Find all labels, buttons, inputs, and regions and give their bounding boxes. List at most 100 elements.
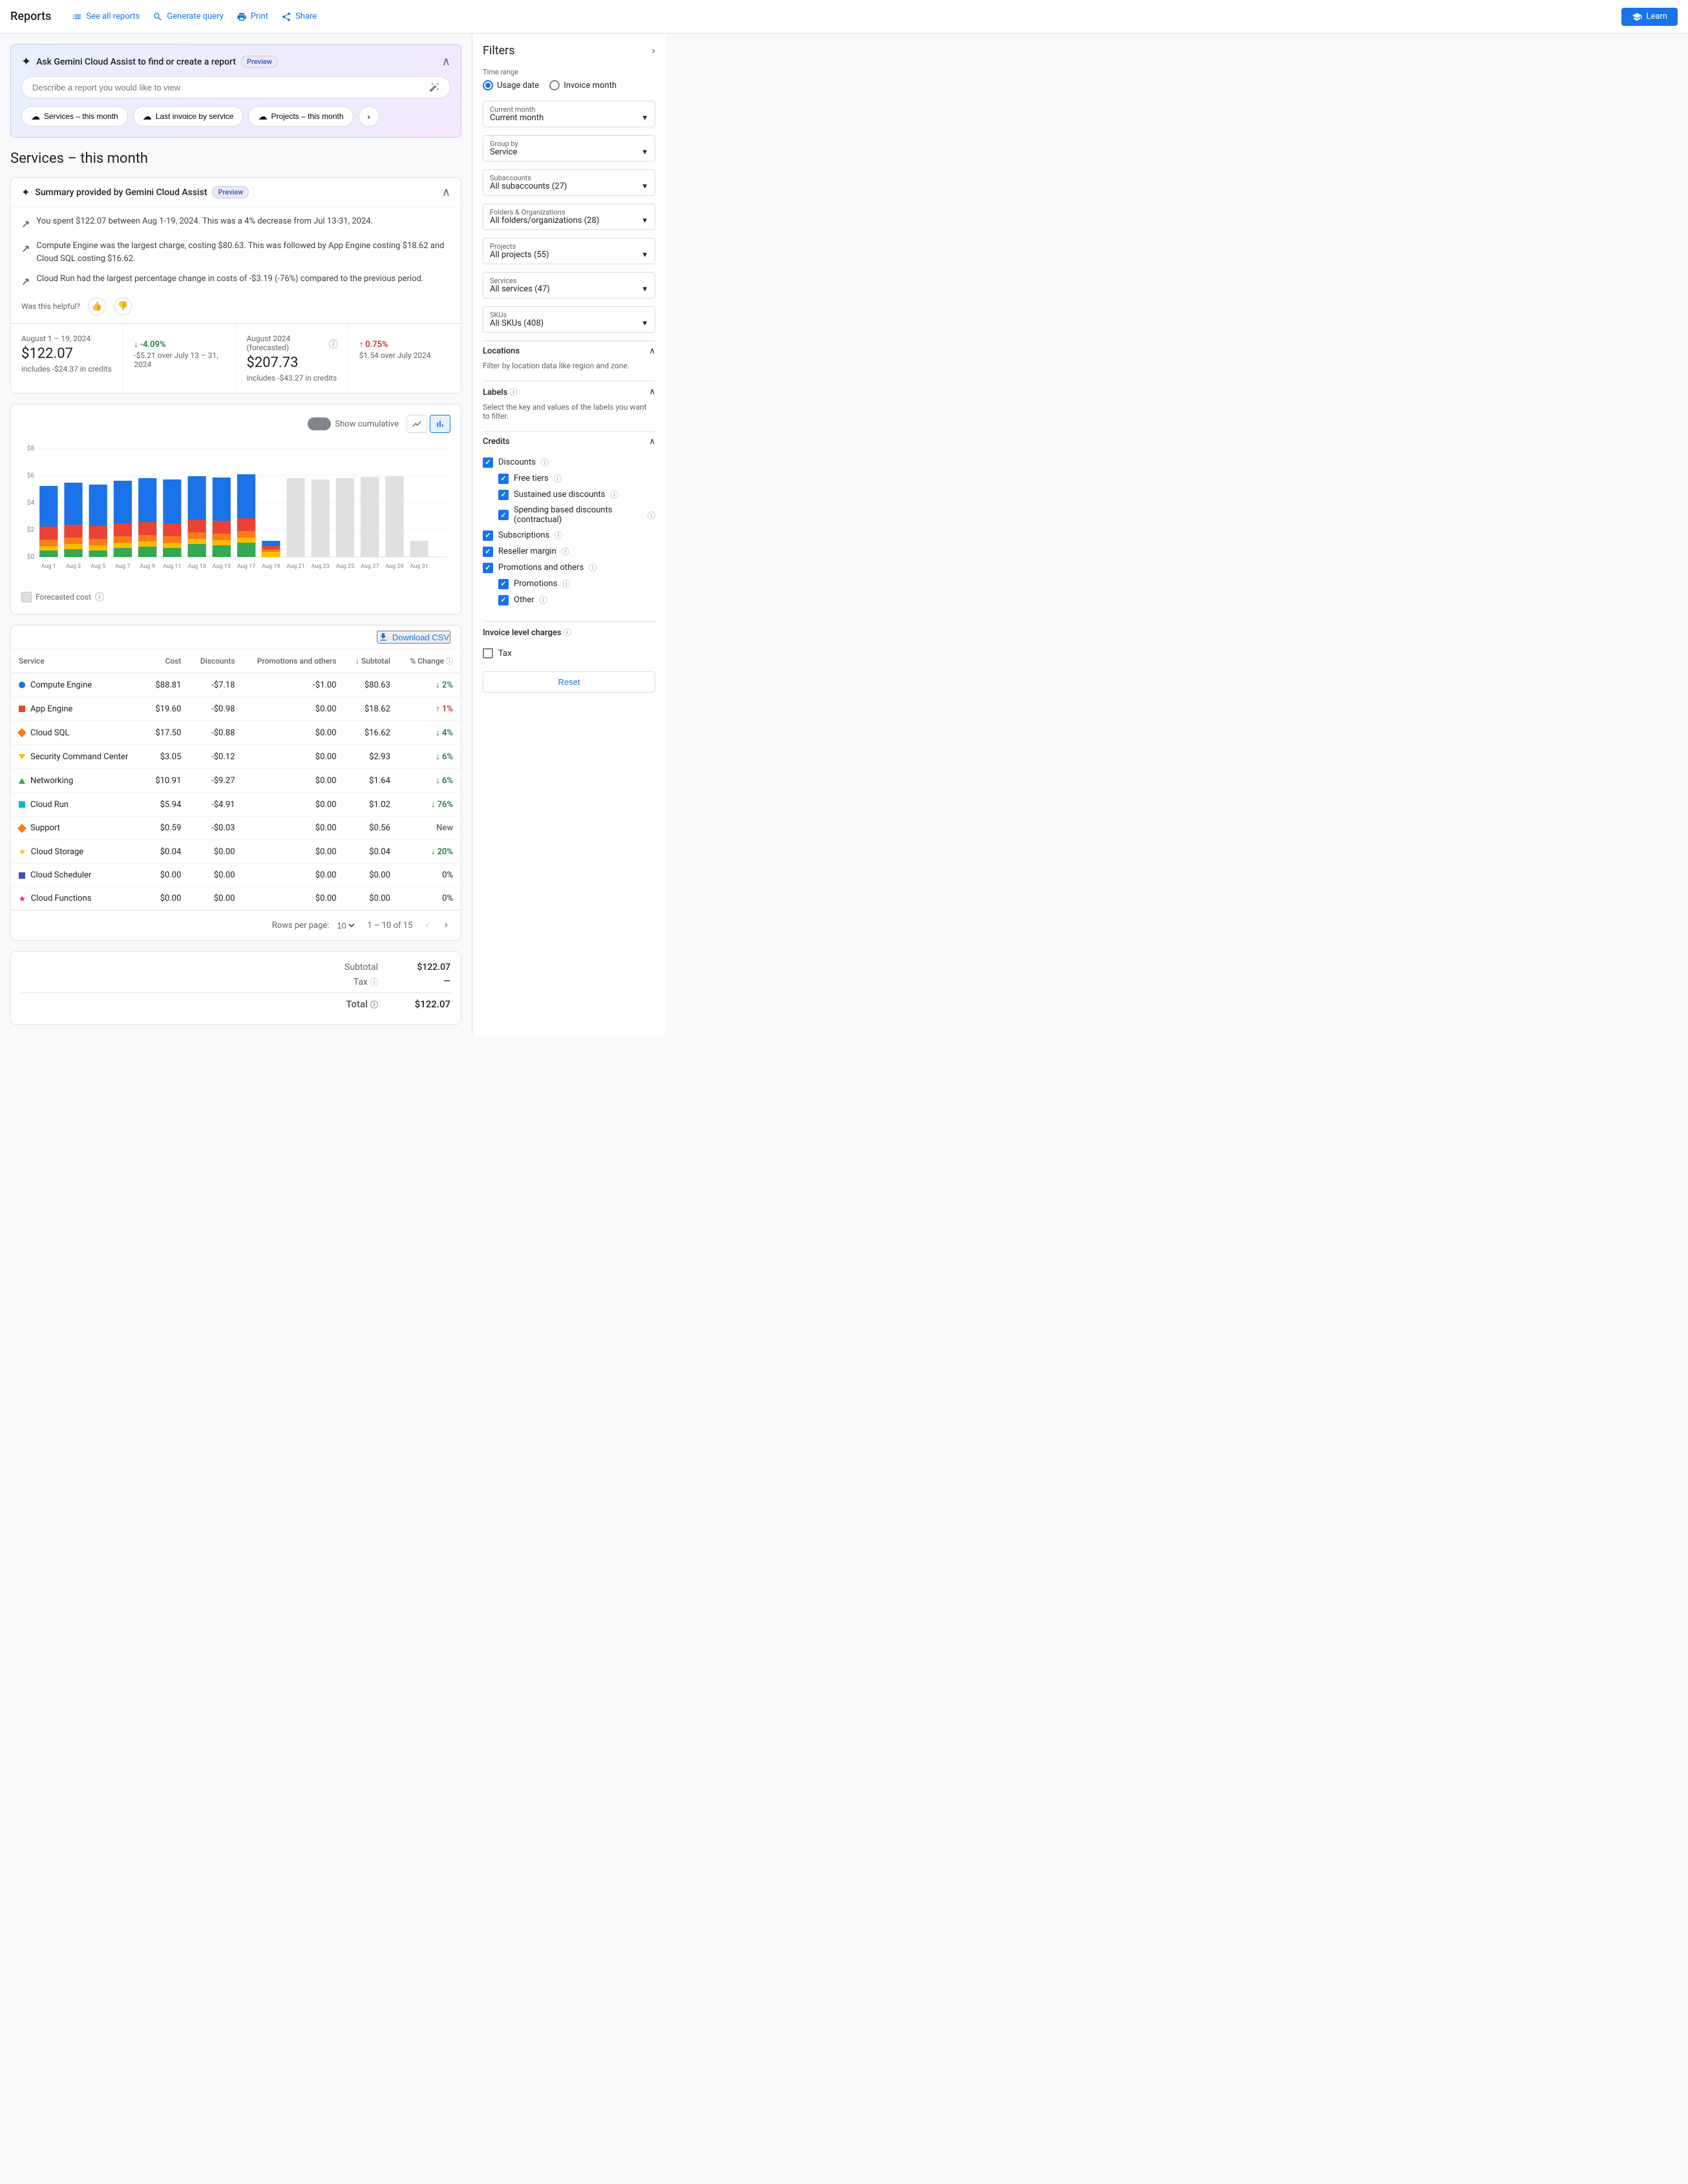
projects-value[interactable]: All projects (55) ▾ [490, 250, 647, 260]
td-service: Cloud Run [11, 793, 145, 817]
td-promos: $0.00 [243, 887, 344, 910]
print-icon [237, 12, 247, 22]
filters-title: Filters › [483, 44, 655, 58]
line-chart-icon [412, 419, 422, 429]
see-all-reports-link[interactable]: See all reports [72, 12, 140, 22]
subscriptions-checkbox[interactable]: ✓ Subscriptions ⓘ [483, 530, 655, 541]
table-header: Service Cost Discounts Promotions and ot… [11, 649, 461, 673]
gcp-icon-invoice: ☁ [143, 111, 152, 122]
current-month-chevron-icon: ▾ [642, 113, 647, 123]
services-filter-value[interactable]: All services (47) ▾ [490, 284, 647, 294]
td-discounts: -$9.27 [189, 769, 242, 793]
usage-date-radio[interactable]: Usage date [483, 80, 539, 90]
td-change: New [398, 817, 461, 840]
svg-text:Aug 3: Aug 3 [66, 563, 81, 570]
line-chart-button[interactable] [406, 415, 427, 433]
svg-text:Aug 7: Aug 7 [115, 563, 130, 570]
filters-expand-button[interactable]: › [652, 45, 655, 57]
free-tiers-checkbox[interactable]: ✓ Free tiers ⓘ [498, 473, 655, 484]
th-promos: Promotions and others [243, 649, 344, 673]
invoice-level-header[interactable]: Invoice level charges ⓘ [483, 621, 655, 643]
th-service: Service [11, 649, 145, 673]
locations-section-header[interactable]: Locations ∧ [483, 341, 655, 361]
table-body: Compute Engine $88.81 -$7.18 -$1.00 $80.… [11, 673, 461, 910]
reseller-margin-cb-indicator: ✓ [483, 547, 493, 557]
svg-text:$2: $2 [27, 525, 35, 534]
cumulative-toggle-switch[interactable] [308, 417, 331, 430]
discounts-checkbox[interactable]: ✓ Discounts ⓘ [483, 457, 655, 468]
share-icon [281, 12, 291, 22]
projects-chevron-icon: ▾ [642, 250, 647, 260]
svg-text:Aug 1: Aug 1 [41, 563, 56, 570]
quick-reports-next-button[interactable]: › [359, 106, 379, 127]
th-discounts: Discounts [189, 649, 242, 673]
svg-text:Aug 25: Aug 25 [336, 563, 354, 570]
subaccounts-value[interactable]: All subaccounts (27) ▾ [490, 182, 647, 191]
up-arrow-icon-1: ↑ [359, 339, 364, 350]
labels-section-header[interactable]: Labels ⓘ ∧ [483, 381, 655, 403]
quick-report-last-invoice[interactable]: ☁ Last invoice by service [133, 106, 244, 127]
quick-report-projects[interactable]: ☁ Projects – this month [248, 106, 353, 127]
learn-button[interactable]: Learn [1621, 8, 1678, 26]
gemini-panel: ✦ Ask Gemini Cloud Assist to find or cre… [10, 44, 461, 138]
subscriptions-cb-indicator: ✓ [483, 530, 493, 541]
skus-value[interactable]: All SKUs (408) ▾ [490, 319, 647, 328]
sustained-use-checkbox[interactable]: ✓ Sustained use discounts ⓘ [498, 489, 655, 500]
thumbs-up-button[interactable]: 👍 [88, 297, 106, 315]
projects-label: Projects [490, 242, 516, 251]
quick-report-services[interactable]: ☁ Services – this month [21, 106, 128, 127]
folders-value[interactable]: All folders/organizations (28) ▾ [490, 216, 647, 226]
metric-period-0: August 1 – 19, 2024 [21, 334, 112, 343]
forecasted-info-icon: ⓘ [95, 591, 104, 604]
promotions-sub-checkbox[interactable]: ✓ Promotions ⓘ [498, 578, 655, 589]
total-info-icon: ⓘ [370, 999, 378, 1010]
print-link[interactable]: Print [237, 12, 268, 22]
credits-section-header[interactable]: Credits ∧ [483, 431, 655, 452]
tax-checkbox[interactable]: Tax [483, 648, 655, 658]
invoice-month-radio[interactable]: Invoice month [549, 80, 617, 90]
subaccounts-chevron-icon: ▾ [642, 182, 647, 191]
td-service: App Engine [11, 697, 145, 721]
td-discounts: -$0.98 [189, 697, 242, 721]
reseller-margin-checkbox[interactable]: ✓ Reseller margin ⓘ [483, 546, 655, 557]
td-subtotal: $1.02 [344, 793, 398, 817]
download-csv-button[interactable]: Download CSV [377, 631, 450, 644]
promotions-others-checkbox[interactable]: ✓ Promotions and others ⓘ [483, 562, 655, 573]
gemini-input[interactable] [32, 83, 429, 92]
skus-label: SKUs [490, 311, 507, 319]
rows-per-page-select[interactable]: 10 25 50 [334, 920, 357, 931]
other-checkbox[interactable]: ✓ Other ⓘ [498, 594, 655, 605]
generate-query-link[interactable]: Generate query [153, 12, 224, 22]
prev-page-button[interactable]: ‹ [423, 917, 431, 934]
next-page-button[interactable]: › [442, 917, 450, 934]
metric-card-1: August 2024 (forecasted) ⓘ $207.73 inclu… [237, 324, 349, 393]
gcp-icon-projects: ☁ [258, 111, 267, 122]
folders-label: Folders & Organizations [490, 208, 565, 216]
gemini-collapse-button[interactable]: ∧ [442, 55, 450, 68]
td-cost: $0.00 [145, 864, 189, 887]
spending-based-checkbox[interactable]: ✓ Spending based discounts (contractual)… [498, 505, 655, 525]
metric-period-1: August 2024 (forecasted) [247, 334, 326, 352]
show-cumulative-toggle[interactable]: Show cumulative [308, 417, 399, 430]
pagination-row: Rows per page: 10 25 50 1 – 10 of 15 ‹ › [11, 910, 461, 940]
group-by-value[interactable]: Service ▾ [490, 147, 647, 157]
summary-collapse-button[interactable]: ∧ [442, 185, 450, 199]
table-section: Download CSV Service Cost Discounts Prom… [10, 625, 461, 941]
thumbs-down-button[interactable]: 👎 [114, 297, 132, 315]
td-cost: $19.60 [145, 697, 189, 721]
tax-info-icon: ⓘ [370, 976, 378, 987]
sustained-info-icon: ⓘ [610, 489, 618, 500]
bar-chart-button[interactable] [430, 415, 450, 433]
other-info-icon: ⓘ [540, 594, 547, 605]
td-subtotal: $2.93 [344, 745, 398, 769]
metric-sub-1: includes -$43.27 in credits [247, 373, 338, 383]
svg-text:Aug 31: Aug 31 [410, 563, 428, 570]
th-subtotal: ↓ Subtotal [344, 649, 398, 673]
labels-sub: Select the key and values of the labels … [483, 403, 655, 421]
reset-button[interactable]: Reset [483, 671, 655, 693]
td-service: Networking [11, 769, 145, 793]
share-link[interactable]: Share [281, 12, 317, 22]
totals-subtotal-label: Subtotal [344, 962, 378, 972]
current-month-value[interactable]: Current month ▾ [490, 113, 647, 123]
gemini-preview-badge: Preview [241, 56, 278, 68]
